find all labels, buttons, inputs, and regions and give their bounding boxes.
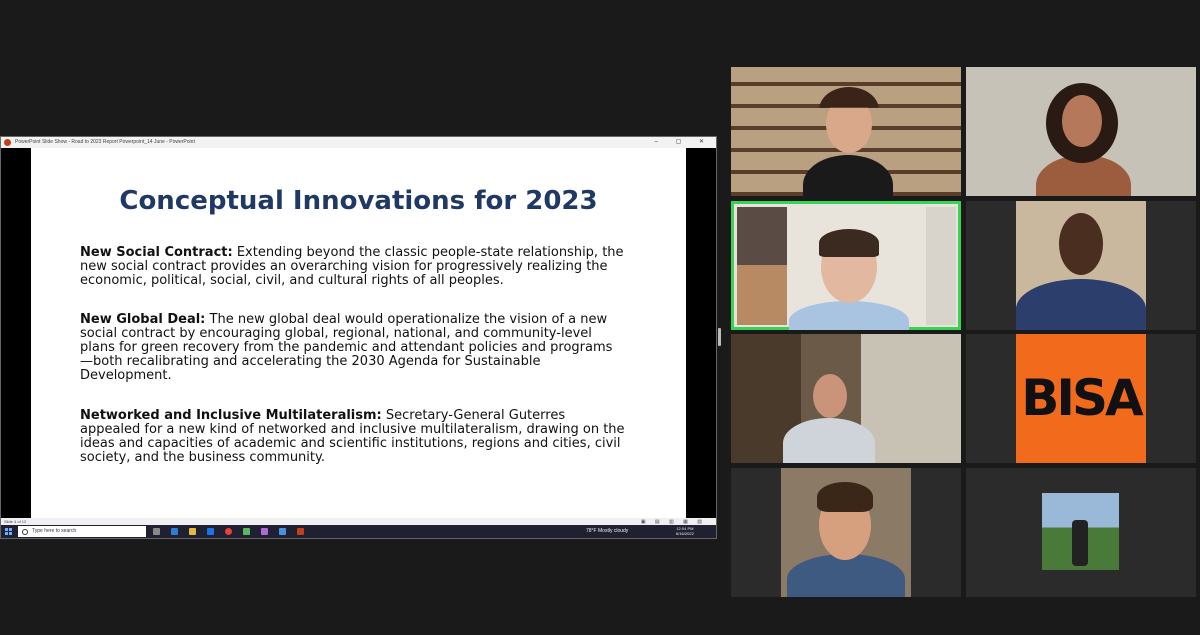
slide: Conceptual Innovations for 2023 New Soci… xyxy=(31,148,686,518)
slide-item-heading: New Global Deal: xyxy=(80,312,206,327)
file-explorer-icon[interactable] xyxy=(189,528,196,535)
zoom-icon[interactable] xyxy=(279,528,286,535)
search-placeholder: Type here to search xyxy=(32,528,77,534)
video-tile[interactable] xyxy=(966,468,1196,597)
shared-screen: PowerPoint Slide Show - Road to 2023 Rep… xyxy=(0,136,717,539)
mail-icon[interactable] xyxy=(207,528,214,535)
participant-body xyxy=(789,301,909,330)
window-controls[interactable]: – ▢ ✕ xyxy=(655,137,712,148)
edge-icon[interactable] xyxy=(171,528,178,535)
video-tile[interactable] xyxy=(731,67,961,196)
status-bar: Slide 4 of 12 ▣ ▤ ▥ ▦ ▧ xyxy=(1,518,716,525)
taskbar: Type here to search 78°F Mostly cloudy 1… xyxy=(1,525,716,538)
dresser xyxy=(737,265,787,325)
slide-item: New Global Deal: The new global deal wou… xyxy=(80,313,625,383)
powerpoint-taskbar-icon[interactable] xyxy=(297,528,304,535)
windows-start-icon[interactable] xyxy=(5,528,12,535)
participant-hair xyxy=(819,229,879,257)
shelf xyxy=(926,207,956,325)
split-divider-handle[interactable] xyxy=(718,328,721,346)
participant-hair xyxy=(817,482,873,512)
participant-face xyxy=(1059,213,1103,275)
app-icon[interactable] xyxy=(243,528,250,535)
video-tile[interactable] xyxy=(731,468,961,597)
clock-date: 6/16/2022 xyxy=(676,531,694,536)
slide-item-heading: Networked and Inclusive Multilateralism: xyxy=(80,408,382,423)
chrome-icon[interactable] xyxy=(225,528,232,535)
participant-body xyxy=(787,554,905,597)
bisa-logo: BISA xyxy=(1016,334,1146,463)
poster xyxy=(737,207,787,265)
video-tile[interactable] xyxy=(966,201,1196,330)
window-background xyxy=(861,334,961,463)
video-tile[interactable] xyxy=(731,334,961,463)
window-title: PowerPoint Slide Show - Road to 2023 Rep… xyxy=(15,139,195,145)
video-tile-active-speaker[interactable] xyxy=(731,201,961,330)
video-tile[interactable] xyxy=(966,67,1196,196)
slide-area: Conceptual Innovations for 2023 New Soci… xyxy=(1,148,716,518)
slide-item: Networked and Inclusive Multilateralism:… xyxy=(80,409,625,465)
slide-title: Conceptual Innovations for 2023 xyxy=(119,186,598,216)
participant-body xyxy=(1016,279,1146,330)
weather-widget[interactable]: 78°F Mostly cloudy xyxy=(586,525,628,538)
participant-body xyxy=(783,418,875,463)
participant-figure xyxy=(1072,520,1088,566)
taskbar-search-input[interactable]: Type here to search xyxy=(18,526,146,537)
search-icon xyxy=(22,529,28,535)
participant-face xyxy=(813,374,847,418)
slide-item: New Social Contract: Extending beyond th… xyxy=(80,246,625,288)
task-view-icon[interactable] xyxy=(153,528,160,535)
app-icon[interactable] xyxy=(261,528,268,535)
video-tile[interactable]: BISA xyxy=(966,334,1196,463)
slide-item-heading: New Social Contract: xyxy=(80,245,233,260)
participant-face xyxy=(1062,95,1102,147)
powerpoint-icon xyxy=(4,139,11,146)
clock[interactable]: 12:04 PM 6/16/2022 xyxy=(676,526,694,536)
slide-counter: Slide 4 of 12 xyxy=(4,519,27,524)
